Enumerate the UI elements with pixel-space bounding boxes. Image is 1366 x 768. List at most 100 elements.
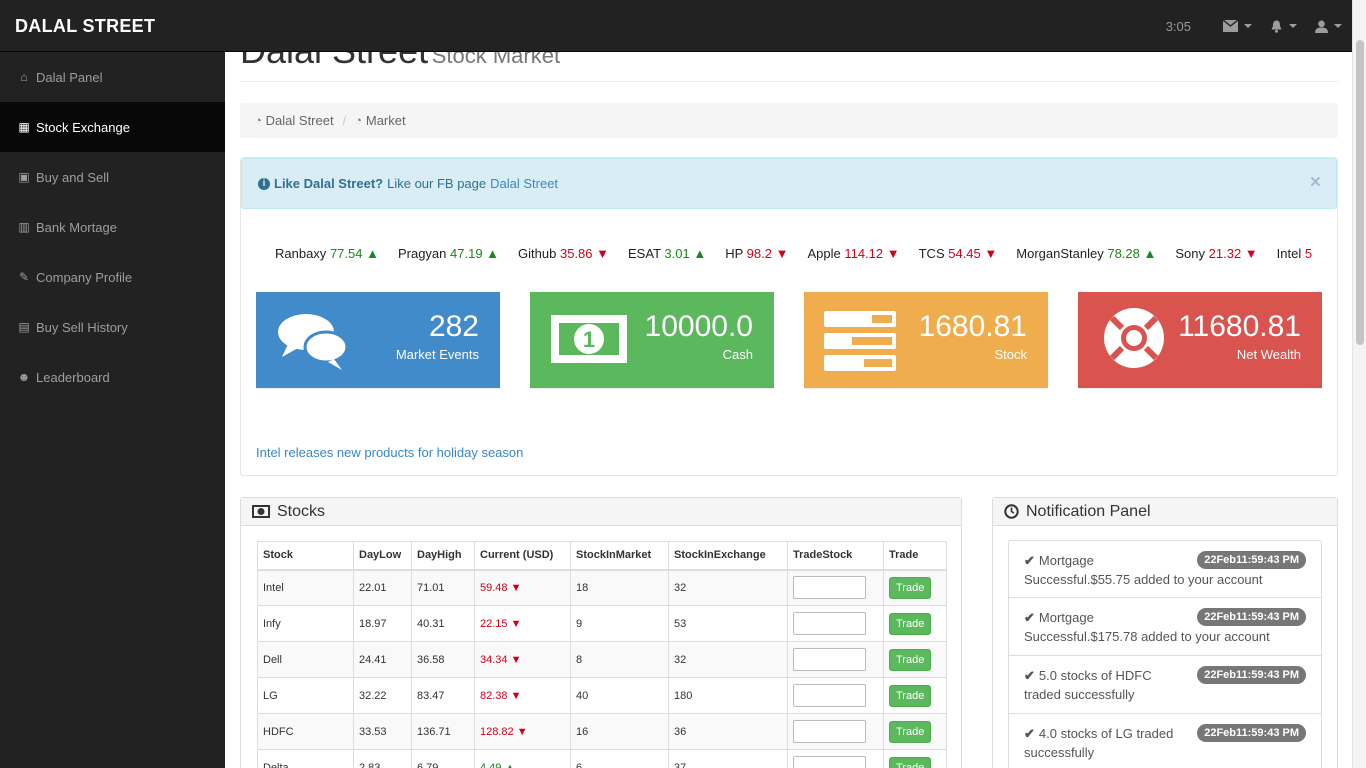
trade-button[interactable]: Trade bbox=[889, 684, 932, 707]
news-link[interactable]: Intel releases new products for holiday … bbox=[256, 445, 523, 460]
notification-message: successfully bbox=[1024, 745, 1095, 760]
facebook-page-link[interactable]: Dalal Street bbox=[490, 176, 558, 191]
column-header[interactable]: Trade bbox=[883, 541, 947, 571]
user-dropdown[interactable] bbox=[1315, 20, 1342, 33]
breadcrumb-item-market: Market bbox=[365, 113, 406, 128]
day-low-cell-text: 24.41 bbox=[359, 653, 387, 666]
ticker-stock-price: 21.32 bbox=[1208, 246, 1242, 261]
table-row: Infy 18.97 40.31 22.15 ▼ 9 53 Trade bbox=[257, 605, 947, 642]
day-low-cell-text: 22.01 bbox=[359, 581, 387, 594]
trade-quantity-input[interactable] bbox=[793, 612, 866, 635]
breadcrumb-item-home[interactable]: Dalal Street bbox=[266, 113, 334, 128]
sidebar-item-dalal-panel[interactable]: ⌂ Dalal Panel bbox=[0, 52, 225, 102]
notification-item[interactable]: ✔ Mortgage Successful.$175.78 added to you… bbox=[1008, 598, 1322, 656]
trade-stock-cell bbox=[787, 677, 884, 714]
notification-item[interactable]: ✔ 4.0 stocks of LG traded successfully 22Fe… bbox=[1008, 714, 1322, 768]
notification-item[interactable]: ✔ Mortgage Successful.$55.75 added to your… bbox=[1008, 540, 1322, 598]
page-title: Dalal Street bbox=[240, 52, 428, 71]
stock-name-cell: Dell bbox=[257, 641, 354, 678]
arrow-down-icon: ▼ bbox=[507, 617, 522, 630]
arrow-down-icon: ▼ bbox=[592, 246, 610, 261]
stock-in-exchange-cell: 32 bbox=[668, 641, 788, 678]
day-high-cell: 71.01 bbox=[411, 569, 475, 606]
stock-in-market-cell-text: 6 bbox=[576, 761, 583, 768]
check-icon: ✔ bbox=[1024, 668, 1035, 683]
sidebar-item-buy-sell-history[interactable]: ▤ Buy Sell History bbox=[0, 302, 225, 352]
column-header[interactable]: Current (USD) bbox=[474, 541, 571, 571]
trade-stock-cell bbox=[787, 569, 884, 606]
ticker-stock-name: TCS bbox=[918, 246, 945, 261]
sidebar-item-company-profile[interactable]: ✎ Company Profile bbox=[0, 252, 225, 302]
sidebar-item-label: Stock Exchange bbox=[36, 119, 130, 135]
trade-stock-cell bbox=[787, 605, 884, 642]
column-header[interactable]: StockInExchange bbox=[668, 541, 788, 571]
stock-card[interactable]: 1680.81 Stock bbox=[804, 292, 1048, 389]
notification-item[interactable]: ✔ 5.0 stocks of HDFC traded successfully 22… bbox=[1008, 656, 1322, 714]
trade-button[interactable]: Trade bbox=[889, 756, 932, 768]
chevron-down-icon bbox=[1244, 24, 1252, 28]
close-icon[interactable]: × bbox=[1310, 172, 1321, 194]
day-high-cell-text: 71.01 bbox=[417, 581, 445, 594]
stock-name-cell: HDFC bbox=[257, 713, 354, 750]
trade-quantity-input[interactable] bbox=[793, 720, 866, 743]
info-icon: i bbox=[258, 177, 270, 190]
timestamp-badge: 22Feb11:59:43 PM bbox=[1197, 724, 1306, 742]
day-low-cell-text: 18.97 bbox=[359, 617, 387, 630]
alerts-dropdown[interactable] bbox=[1270, 20, 1297, 33]
trade-button[interactable]: Trade bbox=[889, 612, 932, 635]
scrollbar-thumb[interactable] bbox=[1356, 40, 1364, 345]
check-icon: ✔ bbox=[1024, 553, 1035, 568]
sidebar-item-buy-and-sell[interactable]: ▣ Buy and Sell bbox=[0, 152, 225, 202]
page-scrollbar[interactable] bbox=[1352, 0, 1366, 768]
trade-button[interactable]: Trade bbox=[889, 576, 932, 599]
column-header[interactable]: DayHigh bbox=[411, 541, 475, 571]
arrow-down-icon: ▼ bbox=[513, 725, 528, 738]
trade-quantity-input[interactable] bbox=[793, 756, 866, 768]
net-wealth-card[interactable]: 11680.81 Net Wealth bbox=[1078, 292, 1322, 389]
brand-title[interactable]: DALAL STREET bbox=[15, 16, 155, 37]
column-header[interactable]: Stock bbox=[257, 541, 354, 571]
ticker-item: Sony 21.32 ▼ bbox=[1175, 246, 1257, 261]
day-low-cell: 18.97 bbox=[353, 605, 412, 642]
life-ring-icon bbox=[1104, 308, 1164, 368]
stock-in-exchange-cell-text: 180 bbox=[674, 689, 693, 702]
stock-in-exchange-cell: 53 bbox=[668, 605, 788, 642]
column-header[interactable]: StockInMarket bbox=[570, 541, 669, 571]
trade-quantity-input[interactable] bbox=[793, 684, 866, 707]
sidebar-item-stock-exchange[interactable]: ▦ Stock Exchange bbox=[0, 102, 225, 152]
market-events-card[interactable]: 282 Market Events bbox=[256, 292, 500, 389]
timestamp-badge: 22Feb11:59:43 PM bbox=[1197, 666, 1306, 684]
current-price-cell: 34.34 ▼ bbox=[474, 641, 571, 678]
ticker-stock-price: 114.12 bbox=[844, 246, 884, 261]
stock-name-cell-text: Delta bbox=[263, 761, 289, 768]
current-price-cell: 22.15 ▼ bbox=[474, 605, 571, 642]
ticker-stock-name: Ranbaxy bbox=[275, 246, 327, 261]
current-price-cell: 4.49 ▲ bbox=[474, 749, 571, 768]
alert-text: Like our FB page bbox=[387, 176, 487, 191]
trade-button-cell: Trade bbox=[883, 713, 947, 750]
notification-title: 4.0 stocks of LG traded bbox=[1038, 726, 1174, 741]
messages-dropdown[interactable] bbox=[1223, 20, 1252, 32]
column-header[interactable]: DayLow bbox=[353, 541, 412, 571]
day-high-cell: 36.58 bbox=[411, 641, 475, 678]
sidebar-item-bank-mortage[interactable]: ▥ Bank Mortage bbox=[0, 202, 225, 252]
sidebar-item-label: Company Profile bbox=[36, 269, 133, 285]
bell-icon bbox=[1271, 20, 1282, 33]
trade-button-cell: Trade bbox=[883, 749, 947, 768]
trade-quantity-input[interactable] bbox=[793, 576, 866, 600]
stock-in-market-cell-text: 9 bbox=[576, 617, 583, 630]
table-row: Delta 2.83 6.79 4.49 ▲ 6 37 Trade bbox=[257, 749, 947, 768]
trade-button[interactable]: Trade bbox=[889, 648, 932, 671]
table-header-row: Stock DayLow DayHigh Current (USD) Stock… bbox=[257, 541, 947, 571]
column-header[interactable]: TradeStock bbox=[787, 541, 884, 571]
sidebar-item-leaderboard[interactable]: ☻ Leaderboard bbox=[0, 352, 225, 402]
trade-button[interactable]: Trade bbox=[889, 720, 932, 743]
table-row: LG 32.22 83.47 82.38 ▼ 40 180 Trade bbox=[257, 677, 947, 714]
bank-icon: ▥ bbox=[18, 220, 30, 234]
timestamp-badge: 22Feb11:59:43 PM bbox=[1197, 551, 1306, 569]
trade-quantity-input[interactable] bbox=[793, 648, 866, 671]
user-icon bbox=[1315, 20, 1328, 33]
current-price-cell: 82.38 ▼ bbox=[474, 677, 571, 714]
cash-card[interactable]: 1 10000.0 Cash bbox=[530, 292, 774, 389]
arrow-down-icon: ▼ bbox=[980, 246, 998, 261]
